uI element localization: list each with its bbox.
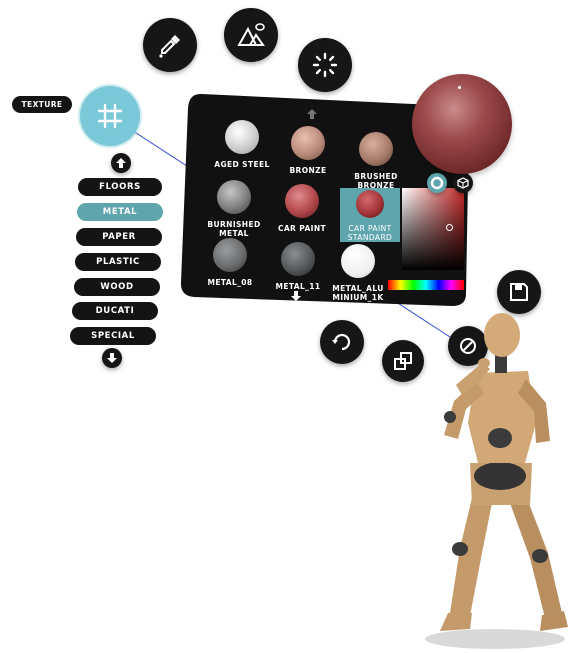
texture-mode-button[interactable] [453,173,473,193]
color-mode-button[interactable] [427,173,447,193]
arrow-up-icon [116,158,126,168]
texture-label: TEXTURE [12,96,72,113]
hue-slider[interactable] [388,280,464,290]
material-swatch [291,126,325,160]
material-swatch [225,120,259,154]
save-button[interactable] [497,270,541,314]
material-car-paint[interactable]: CAR PAINT [270,184,334,233]
material-aged-steel[interactable]: AGED STEEL [210,120,274,169]
category-metal[interactable]: METAL [77,203,163,221]
eyedropper-icon [159,35,180,58]
mannequin-avatar [425,313,568,649]
material-swatch [213,238,247,272]
loading-button[interactable] [298,38,352,92]
grid-icon [97,103,123,129]
panel-scroll-up-icon[interactable] [306,108,318,120]
color-picker-handle[interactable] [446,224,453,231]
material-car-paint-standard[interactable]: CAR PAINT STANDARD [340,190,400,242]
category-wood[interactable]: WOOD [74,278,160,296]
material-label: CAR PAINT [277,224,327,233]
material-swatch [217,180,251,214]
image-button[interactable] [224,8,278,62]
rotate-icon [332,333,351,351]
material-metal-aluminium[interactable]: METAL_ALUMINIUM_1K [330,244,386,302]
preview-highlight [458,86,461,89]
material-swatch [285,184,319,218]
category-scroll-down-button[interactable] [102,348,122,368]
cube-icon [457,177,469,189]
category-paper[interactable]: PAPER [76,228,162,246]
material-label: METAL_ALUMINIUM_1K [332,284,384,302]
material-swatch [281,242,315,276]
loading-spinner-icon [312,52,338,78]
category-ducati[interactable]: DUCATI [72,302,158,320]
category-floors[interactable]: FLOORS [78,178,162,196]
save-disk-icon [510,283,528,301]
material-label: BURNISHED METAL [207,220,261,238]
material-label: BRONZE [289,166,327,175]
material-label: AGED STEEL [214,160,270,169]
material-metal-08[interactable]: METAL_08 [198,238,262,287]
material-swatch [356,190,384,218]
material-brushed-bronze[interactable]: BRUSHED BRONZE [344,132,408,190]
mountain-image-icon [237,23,265,46]
category-scroll-up-button[interactable] [111,153,131,173]
color-saturation-picker[interactable] [402,188,464,270]
panel-scroll-down-icon[interactable] [290,290,302,302]
arrow-down-icon [107,353,117,363]
material-burnished-metal[interactable]: BURNISHED METAL [202,180,266,238]
texture-grid-button[interactable] [80,86,140,146]
material-label: METAL_08 [207,278,253,287]
material-bronze[interactable]: BRONZE [276,126,340,175]
category-plastic[interactable]: PLASTIC [75,253,161,271]
material-metal-11[interactable]: METAL_11 [266,242,330,291]
material-preview-sphere [412,74,512,174]
category-special[interactable]: SPECIAL [70,327,156,345]
color-wheel-icon [430,176,444,190]
reset-button[interactable] [320,320,364,364]
material-label: CAR PAINT STANDARD [347,224,393,242]
eyedropper-button[interactable] [143,18,197,72]
material-swatch [341,244,375,278]
material-swatch [359,132,393,166]
